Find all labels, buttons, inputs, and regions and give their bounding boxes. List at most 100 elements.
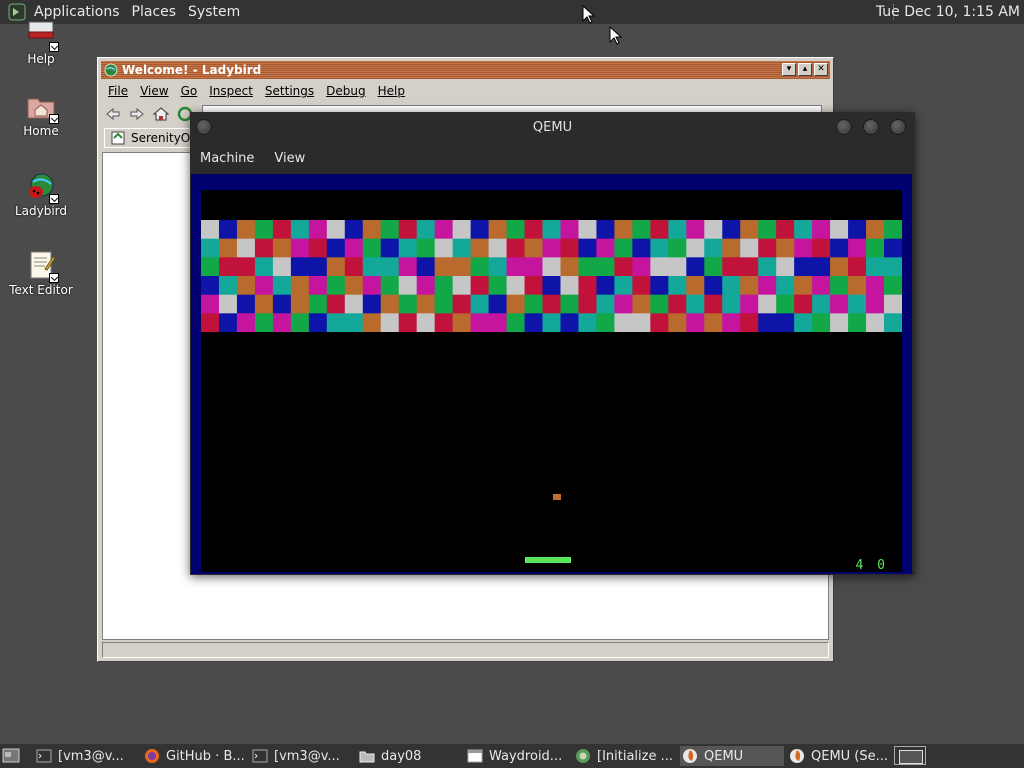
brick [362,257,382,277]
brick [650,313,669,332]
brick [650,220,669,240]
brick [686,257,705,277]
taskbar-item[interactable]: [vm3@v... [252,746,352,766]
brick [416,257,436,277]
brick [668,238,687,258]
brick [848,238,867,258]
brick [848,276,867,296]
minimize-button[interactable]: ▾ [782,63,796,76]
brick [290,220,310,240]
bottom-taskbar: [vm3@v... GitHub · B... [vm3@v... day08 … [0,744,1024,768]
qemu-menubar: Machine View [190,142,915,174]
qemu-titlebar[interactable]: QEMU [190,112,915,142]
brick [542,294,561,314]
brick [452,238,472,258]
menu-machine[interactable]: Machine [190,151,264,166]
tab-label: SerenityOS [131,131,198,145]
brick [578,313,597,332]
brick [398,294,418,314]
system-menu[interactable]: System [182,4,246,20]
brick [542,220,561,240]
minimize-button[interactable] [836,119,852,135]
brick [686,313,705,332]
menu-debug[interactable]: Debug [320,82,371,100]
brick [470,276,489,296]
menu-view[interactable]: View [134,82,174,100]
menu-inspect[interactable]: Inspect [203,82,259,100]
brick [272,294,292,314]
taskbar-item-active[interactable]: QEMU [680,746,784,766]
menu-help[interactable]: Help [372,82,411,100]
ladybird-titlebar[interactable]: Welcome! - Ladybird ▾ ▴ ✕ [101,61,830,79]
brick [848,257,867,277]
taskbar-item[interactable]: [Initialize ... [575,746,675,766]
ladybird-globe-icon [25,170,59,204]
close-button[interactable] [890,119,906,135]
taskbar-item[interactable]: QEMU (Se... [789,746,889,766]
show-desktop-icon[interactable] [2,747,20,764]
brick [632,220,651,240]
brick [506,257,525,277]
brick [668,220,687,240]
brick [470,313,489,332]
game-paddle[interactable] [525,557,571,563]
brick [236,313,256,332]
close-button[interactable]: ✕ [814,63,828,76]
brick [812,313,831,332]
brick [254,276,274,296]
brick [632,257,651,277]
brick [686,276,705,296]
places-menu[interactable]: Places [126,4,183,20]
brick [272,276,292,296]
brick [380,238,400,258]
maximize-button[interactable]: ▴ [798,63,812,76]
qemu-window-title: QEMU [532,120,573,135]
brick [758,313,777,332]
brick [452,220,472,240]
brick [686,220,705,240]
brick [596,257,615,277]
brick [236,294,256,314]
desktop-icon-help[interactable]: Help [6,18,76,66]
desktop-icon-home[interactable]: Home [6,90,76,138]
menu-file[interactable]: File [102,82,134,100]
maximize-button[interactable] [863,119,879,135]
menu-view[interactable]: View [264,151,315,166]
taskbar-item[interactable]: [vm3@v... [36,746,136,766]
back-arrow-icon[interactable] [104,105,122,123]
home-icon[interactable] [152,105,170,123]
menu-go[interactable]: Go [175,82,204,100]
brick [254,238,274,258]
brick [362,294,382,314]
taskbar-item[interactable]: GitHub · B... [144,746,248,766]
forward-arrow-icon[interactable] [128,105,146,123]
taskbar-item-label: QEMU [704,748,744,764]
breakout-game-area[interactable]: 4 0 [201,190,902,573]
brick [380,257,400,277]
brick [218,276,238,296]
brick [794,294,813,314]
brick [488,220,507,240]
desktop-icon-text-editor[interactable]: Text Editor [6,249,76,297]
brick [416,294,436,314]
brick [201,313,220,332]
brick [830,313,849,332]
taskbar-item[interactable]: Waydroid... [467,746,571,766]
desktop-icon-ladybird[interactable]: Ladybird [6,170,76,218]
mouse-cursor-icon [582,5,596,24]
brick [326,313,346,332]
clock[interactable]: Tue Dec 10, 1:15 AM [876,4,1020,20]
brick [470,257,489,277]
brick [218,220,238,240]
brick [416,276,436,296]
brick [722,257,741,277]
brick [308,313,328,332]
qemu-vm-display[interactable]: 4 0 [191,174,912,574]
brick [704,257,723,277]
qemu-window: QEMU Machine View 4 0 [190,112,915,575]
menu-settings[interactable]: Settings [259,82,320,100]
brick [488,294,507,314]
brick [326,238,346,258]
taskbar-item[interactable]: day08 [359,746,459,766]
workspace-switcher[interactable] [894,746,926,765]
